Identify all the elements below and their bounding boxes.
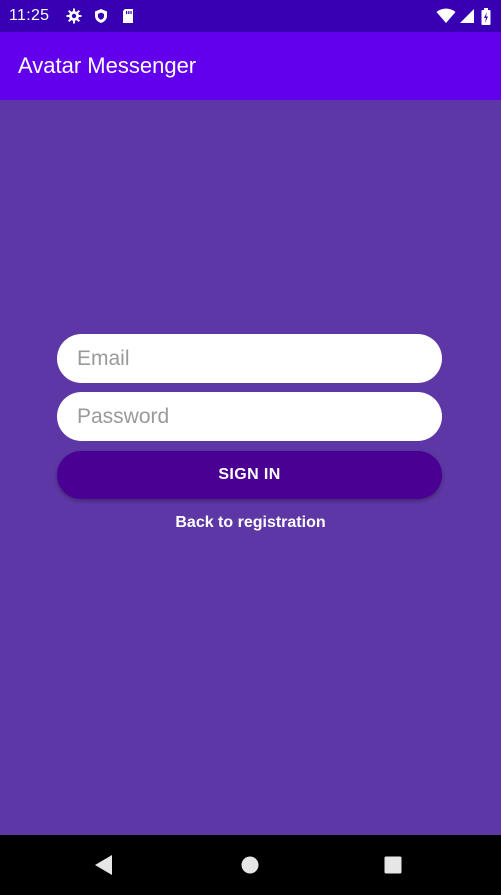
app-title: Avatar Messenger	[18, 53, 197, 78]
app-bar: Avatar Messenger	[0, 32, 501, 100]
back-icon[interactable]	[89, 850, 119, 880]
sign-in-button[interactable]: SIGN IN	[57, 451, 442, 499]
navigation-bar	[0, 835, 501, 895]
shield-icon	[93, 8, 109, 24]
sd-card-icon	[120, 8, 136, 24]
login-screen: SIGN IN Back to registration	[0, 100, 501, 835]
status-time: 11:25	[9, 7, 50, 24]
back-to-registration-link[interactable]: Back to registration	[0, 513, 501, 533]
battery-icon	[480, 8, 492, 25]
gear-icon	[66, 8, 82, 24]
wifi-icon	[436, 8, 456, 24]
status-bar: 11:25	[0, 0, 501, 32]
signal-icon	[459, 8, 475, 24]
password-field[interactable]	[57, 392, 442, 441]
recents-icon[interactable]	[378, 850, 408, 880]
email-field[interactable]	[57, 334, 442, 383]
home-icon[interactable]	[235, 850, 265, 880]
